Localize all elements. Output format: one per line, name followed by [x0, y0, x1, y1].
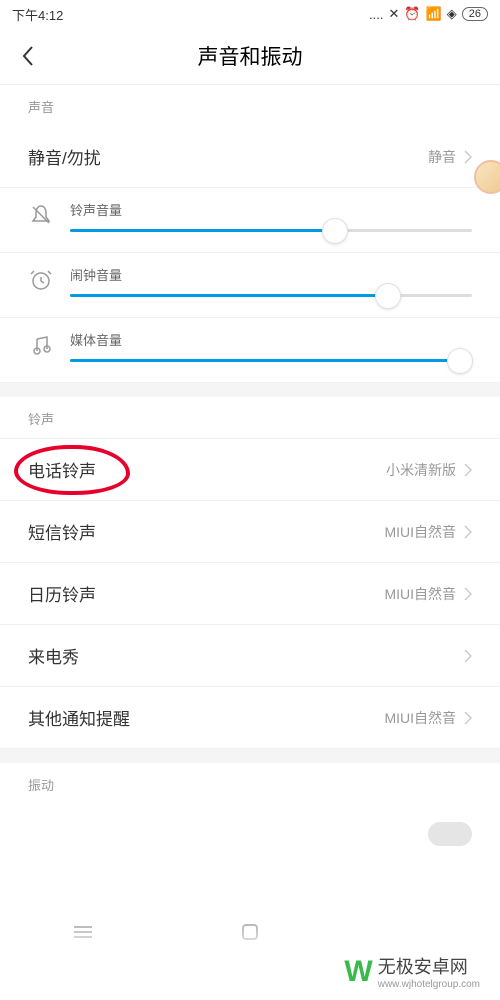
wifi-icon: ◈	[447, 6, 457, 22]
status-right: .... ✕ ⏰ 📶 ◈ 26	[369, 6, 488, 22]
signal-dots-icon: ....	[369, 7, 383, 22]
media-volume-icon	[28, 332, 54, 358]
sms-ringtone-value: MIUI自然音	[384, 522, 472, 542]
call-show-label: 来电秀	[28, 643, 79, 668]
section-header-vibrate: 振动	[0, 763, 500, 804]
watermark-title: 无极安卓网	[378, 953, 480, 979]
signal-icon: 📶	[426, 6, 442, 22]
other-notifications-label: 其他通知提醒	[28, 705, 130, 730]
ringtone-volume-slider[interactable]	[70, 229, 472, 232]
media-volume-slider[interactable]	[70, 359, 472, 362]
page-header: 声音和振动	[0, 28, 500, 84]
watermark-url: www.wjhotelgroup.com	[378, 979, 480, 990]
phone-ringtone-row[interactable]: 电话铃声 小米清新版	[0, 439, 500, 501]
watermark-logo-icon: W	[344, 955, 369, 989]
other-notifications-row[interactable]: 其他通知提醒 MIUI自然音	[0, 687, 500, 749]
phone-ringtone-label: 电话铃声	[28, 457, 96, 482]
silent-dnd-row[interactable]: 静音/勿扰 静音	[0, 126, 500, 188]
media-volume-row: 媒体音量	[0, 318, 500, 383]
system-nav-bar	[0, 912, 500, 952]
phone-ringtone-value: 小米清新版	[386, 460, 472, 480]
ringtone-volume-label: 铃声音量	[70, 200, 472, 219]
nav-home-button[interactable]	[239, 921, 261, 943]
call-show-row[interactable]: 来电秀	[0, 625, 500, 687]
section-header-ringtones: 铃声	[0, 397, 500, 439]
calendar-ringtone-value: MIUI自然音	[384, 584, 472, 604]
alarm-icon: ⏰	[404, 6, 420, 22]
status-bar: 下午4:12 .... ✕ ⏰ 📶 ◈ 26	[0, 0, 500, 28]
page-title: 声音和振动	[198, 41, 303, 71]
nav-recents-button[interactable]	[72, 921, 94, 943]
other-notifications-value: MIUI自然音	[384, 708, 472, 728]
calendar-ringtone-label: 日历铃声	[28, 581, 96, 606]
chevron-right-icon	[464, 525, 472, 539]
sms-ringtone-row[interactable]: 短信铃声 MIUI自然音	[0, 501, 500, 563]
alarm-volume-row: 闹钟音量	[0, 253, 500, 318]
section-header-sound: 声音	[0, 84, 500, 126]
floating-avatar-icon[interactable]	[474, 160, 500, 194]
status-time: 下午4:12	[12, 5, 63, 24]
chevron-left-icon	[21, 45, 35, 67]
chevron-right-icon	[464, 463, 472, 477]
calendar-ringtone-row[interactable]: 日历铃声 MIUI自然音	[0, 563, 500, 625]
chevron-right-icon	[464, 587, 472, 601]
ringtone-volume-icon	[28, 202, 54, 228]
alarm-volume-slider[interactable]	[70, 294, 472, 297]
silent-dnd-value: 静音	[428, 147, 472, 167]
alarm-volume-label: 闹钟音量	[70, 265, 472, 284]
silent-dnd-label: 静音/勿扰	[28, 144, 101, 169]
vibrate-toggle-row[interactable]	[0, 804, 500, 864]
vibrate-off-icon: ✕	[388, 6, 399, 22]
chevron-right-icon	[464, 150, 472, 164]
call-show-value	[464, 649, 472, 663]
chevron-right-icon	[464, 711, 472, 725]
battery-indicator: 26	[462, 7, 488, 21]
media-volume-label: 媒体音量	[70, 330, 472, 349]
sms-ringtone-label: 短信铃声	[28, 519, 96, 544]
watermark: W 无极安卓网 www.wjhotelgroup.com	[344, 953, 480, 990]
vibrate-toggle[interactable]	[428, 822, 472, 846]
chevron-right-icon	[464, 649, 472, 663]
ringtone-volume-row: 铃声音量	[0, 188, 500, 253]
back-button[interactable]	[16, 44, 40, 68]
alarm-volume-icon	[28, 267, 54, 293]
